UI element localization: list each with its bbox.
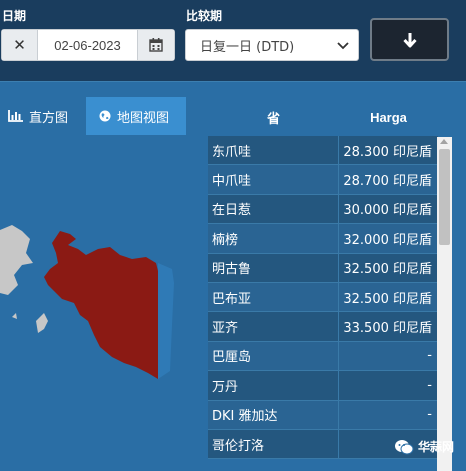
column-header-price[interactable]: Harga: [339, 110, 438, 125]
province-cell: 东爪哇: [208, 136, 339, 165]
province-map[interactable]: [0, 135, 186, 471]
table-row[interactable]: 明古鲁 32.500 印尼盾: [208, 253, 438, 283]
map-region-papua[interactable]: [44, 231, 158, 379]
map-island-gray: [36, 313, 48, 333]
price-cell: 30.000 印尼盾: [343, 203, 432, 219]
tab-histogram[interactable]: 直方图: [0, 97, 86, 135]
province-cell: 亚齐: [208, 312, 339, 341]
price-cell: -: [427, 407, 432, 423]
compare-period-label: 比较期: [186, 9, 223, 23]
table-row[interactable]: 亚齐 33.500 印尼盾: [208, 312, 438, 342]
table-row[interactable]: 在日惹 30.000 印尼盾: [208, 194, 438, 225]
tab-map-view[interactable]: 地图视图: [86, 97, 186, 135]
province-cell: 中爪哇: [208, 165, 339, 194]
province-cell: 巴布亚: [208, 282, 339, 312]
download-button[interactable]: [370, 18, 449, 61]
price-cell: -: [427, 377, 432, 393]
clear-date-button[interactable]: ✕: [2, 30, 38, 60]
table-row[interactable]: 巴厘岛 -: [208, 341, 438, 372]
province-cell: 巴厘岛: [208, 341, 339, 371]
price-cell: 32.000 印尼盾: [343, 232, 432, 248]
globe-icon: [99, 110, 111, 122]
province-cell: 明古鲁: [208, 253, 339, 282]
calendar-button[interactable]: [137, 30, 174, 60]
date-input[interactable]: 02-06-2023: [38, 30, 137, 60]
table-row[interactable]: 东爪哇 28.300 印尼盾: [208, 136, 438, 166]
date-label: 日期: [2, 9, 27, 23]
table-row[interactable]: DKI 雅加达 -: [208, 400, 438, 430]
close-icon: ✕: [13, 36, 26, 54]
price-cell: 32.500 印尼盾: [343, 262, 432, 278]
province-cell: 在日惹: [208, 194, 339, 224]
map-land-gray: [0, 225, 33, 295]
table-row[interactable]: 巴布亚 32.500 印尼盾: [208, 282, 438, 313]
table-row[interactable]: 楠榜 32.000 印尼盾: [208, 224, 438, 254]
province-cell: DKI 雅加达: [208, 400, 339, 429]
province-cell: 楠榜: [208, 224, 339, 253]
watermark-text: 华蒜网: [418, 440, 455, 454]
column-header-province[interactable]: 省: [208, 108, 339, 127]
bar-chart-icon: [8, 110, 23, 122]
wechat-icon: [395, 439, 414, 454]
map-islet-gray: [12, 313, 17, 319]
tab-histogram-label: 直方图: [29, 110, 69, 126]
table-row[interactable]: 万丹 -: [208, 371, 438, 401]
chevron-down-icon: [337, 42, 349, 50]
arrow-down-icon: [402, 32, 417, 47]
price-table: 省 Harga 东爪哇 28.300 印尼盾 中爪哇 28.700 印尼盾 在日惹 3…: [208, 98, 438, 471]
price-cell: 33.500 印尼盾: [343, 321, 432, 337]
calendar-icon: [149, 38, 163, 52]
filter-bar: 日期 比较期 ✕ 02-06-2023 日复一日 (DTD): [0, 0, 466, 82]
compare-period-select[interactable]: 日复一日 (DTD): [185, 29, 359, 61]
price-cell: 28.300 印尼盾: [343, 144, 432, 160]
scrollbar-thumb[interactable]: [439, 149, 450, 245]
price-cell: 28.700 印尼盾: [343, 174, 432, 190]
table-scrollbar[interactable]: [437, 137, 452, 471]
price-cell: -: [427, 348, 432, 364]
table-body: 东爪哇 28.300 印尼盾 中爪哇 28.700 印尼盾 在日惹 30.000 印尼…: [208, 136, 438, 460]
map-region-coast: [158, 263, 174, 379]
compare-period-value: 日复一日 (DTD): [200, 39, 295, 55]
table-header: 省 Harga: [208, 98, 438, 136]
price-cell: 32.500 印尼盾: [343, 291, 432, 307]
date-picker[interactable]: ✕ 02-06-2023: [1, 29, 175, 61]
scroll-up-icon[interactable]: [440, 139, 448, 144]
province-cell: 哥伦打洛: [208, 429, 339, 459]
watermark: 华蒜网: [394, 438, 454, 455]
tab-map-view-label: 地图视图: [117, 110, 170, 126]
table-row[interactable]: 中爪哇 28.700 印尼盾: [208, 165, 438, 195]
province-cell: 万丹: [208, 371, 339, 400]
